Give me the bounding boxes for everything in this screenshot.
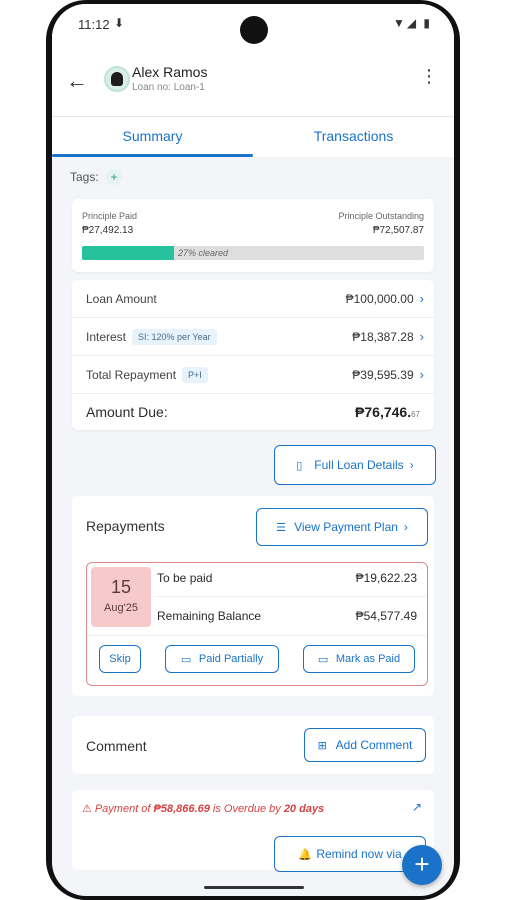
total-repayment-value: ₱39,595.39 [352,367,414,382]
progress-bar: 27% cleared [82,246,424,260]
due-date-box: 15 Aug'25 [91,567,151,627]
overdue-message: ⚠ Payment of ₱58,866.69 is Overdue by 20… [82,803,325,815]
add-fab-button[interactable]: + [402,845,442,885]
chevron-right-icon: › [419,291,424,306]
principal-paid-label: Principle Paid [82,211,138,221]
avatar [104,66,130,92]
chevron-right-icon: › [403,520,408,534]
tags-label: Tags: [70,170,99,184]
overdue-card: ⚠ Payment of ₱58,866.69 is Overdue by 20… [72,790,434,872]
app-bar: ← Alex Ramos Loan no: Loan-1 ⋮ [52,44,454,116]
due-month: Aug'25 [104,602,138,614]
total-repayment-label: Total Repayment [86,367,177,382]
remaining-balance-value: ₱54,577.49 [355,609,417,623]
cash-icon: ▭ [180,654,192,666]
back-arrow-icon[interactable]: ← [66,68,88,94]
cash-icon: ▭ [317,654,329,666]
to-be-paid-value: ₱19,622.23 [355,571,417,585]
due-day: 15 [110,577,132,597]
interest-row[interactable]: Interest SI: 120% per Year ₱18,387.28 › [72,318,434,356]
repayment-chip: P+I [182,366,208,383]
loan-number: Loan no: Loan-1 [132,82,205,93]
more-vert-icon[interactable]: ⋮ [420,66,438,87]
mark-as-paid-button[interactable]: ▭ Mark as Paid [303,645,415,673]
chevron-right-icon: › [419,329,424,344]
comment-card: Comment ⊞ Add Comment [72,716,434,774]
screen: 11:12 ⬇ ▼◢ ▮ ← Alex Ramos Loan no: Loan-… [52,4,454,896]
comment-title: Comment [86,738,147,754]
chevron-right-icon: › [419,367,424,382]
loan-amount-value: ₱100,000.00 [345,291,414,306]
chevron-right-icon: › [409,458,414,472]
loan-amount-label: Loan Amount [86,291,157,306]
interest-chip: SI: 120% per Year [132,328,217,345]
amount-due-value: ₱76,746.67 [355,404,420,420]
principal-outstanding-label: Principle Outstanding [338,211,424,221]
warning-icon: ⚠ [82,803,95,815]
camera-cutout [240,16,268,44]
open-external-icon[interactable]: ↗ [412,800,422,814]
tab-transactions[interactable]: Transactions [253,117,454,157]
skip-button[interactable]: Skip [99,645,141,673]
paid-partially-button[interactable]: ▭ Paid Partially [165,645,279,673]
status-icons: ▼◢ ▮ [392,16,432,30]
amount-due-row: Amount Due: ₱76,746.67 [72,394,434,430]
tune-icon: ☰ [276,522,286,534]
add-box-icon: ⊞ [317,740,327,752]
total-repayment-row[interactable]: Total Repayment P+I ₱39,595.39 › [72,356,434,394]
repayment-entry: 15 Aug'25 To be paid ₱19,622.23 Remainin… [86,562,428,686]
interest-value: ₱18,387.28 [352,329,414,344]
principal-outstanding-value: ₱72,507.87 [372,225,424,236]
view-payment-plan-button[interactable]: ☰ View Payment Plan › [256,508,428,546]
progress-fill [82,246,175,260]
add-comment-button[interactable]: ⊞ Add Comment [304,728,426,762]
download-icon: ⬇ [114,16,125,30]
progress-label: 27% cleared [178,248,229,258]
repayments-title: Repayments [86,518,165,534]
interest-label: Interest [86,329,127,344]
tab-summary[interactable]: Summary [52,117,253,157]
status-time: 11:12 [78,17,110,32]
document-icon: ▯ [296,460,303,472]
loan-amount-row[interactable]: Loan Amount ₱100,000.00 › [72,280,434,318]
amount-due-label: Amount Due: [86,404,168,420]
repayments-card: Repayments ☰ View Payment Plan › 15 Aug'… [72,496,434,696]
full-loan-details-button[interactable]: ▯ Full Loan Details › [274,445,436,485]
add-tag-icon[interactable]: + [106,169,123,185]
home-indicator [204,886,304,889]
loan-summary-card: Loan Amount ₱100,000.00 › Interest SI: 1… [72,280,434,430]
tab-bar: Summary Transactions [52,116,454,157]
to-be-paid-label: To be paid [157,571,213,585]
principal-card: Principle Paid Principle Outstanding ₱27… [72,199,434,272]
status-bar: 11:12 ⬇ ▼◢ ▮ [52,4,454,44]
principal-paid-value: ₱27,492.13 [82,225,134,236]
bell-icon: 🔔 [298,849,313,861]
borrower-name: Alex Ramos [132,64,208,80]
tags-row: Tags: + [52,157,454,191]
remaining-balance-label: Remaining Balance [157,609,262,623]
